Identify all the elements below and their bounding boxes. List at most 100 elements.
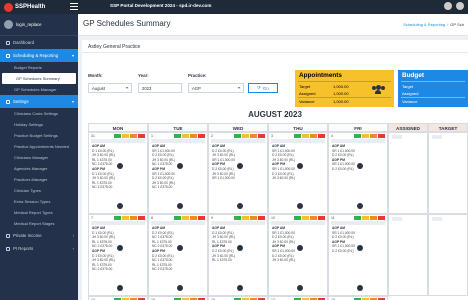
sidebar-subitem[interactable]: Clinicians Manager xyxy=(0,152,78,163)
status-pill xyxy=(378,134,385,138)
users-icon[interactable] xyxy=(357,203,363,209)
sidebar-subitem[interactable]: Practices Manager xyxy=(0,174,78,185)
session-line: D 2 £0.00 (RL) xyxy=(212,248,234,253)
status-pill xyxy=(362,216,369,220)
status-pill xyxy=(182,216,189,220)
year-select[interactable]: 2023 xyxy=(138,83,182,93)
sidebar-subitem[interactable]: Medical Report Types xyxy=(0,207,78,218)
calendar-day-cell[interactable]: 16 xyxy=(208,296,268,300)
slot-bar xyxy=(151,139,205,143)
practice-label: Practice: xyxy=(188,73,207,78)
users-icon[interactable] xyxy=(297,285,303,291)
hamburger-menu-icon[interactable] xyxy=(70,3,78,11)
sidebar-item[interactable]: Private Income ‹ xyxy=(0,229,78,242)
session-list: AGP AM D 2 £0.00 (RL) NC 1 £375.00 RL 1 £37… xyxy=(152,226,174,272)
sidebar-subitem[interactable]: Holiday Settings xyxy=(0,119,78,130)
calendar-header: WED xyxy=(208,123,268,132)
users-icon[interactable] xyxy=(177,285,183,291)
session-list: AGP AM SR 1 £1,000.00 D 2 £0.00 (RL) JH 3 £… xyxy=(272,144,295,181)
income-icon xyxy=(6,233,10,238)
status-pill xyxy=(198,134,205,138)
status-pill xyxy=(242,216,249,220)
sidebar-subitem[interactable]: Medical Report Stages xyxy=(0,218,78,229)
go-button[interactable]: ⟳ Go xyxy=(248,83,278,93)
calendar-day-cell[interactable]: 31 AGP AM D 1 £0.00 (RL) JH 3 £0.00 (RL) RL … xyxy=(88,132,148,214)
status-pills xyxy=(354,216,385,220)
users-icon[interactable] xyxy=(177,245,183,251)
sidebar-subitem[interactable]: Clinician Types xyxy=(0,185,78,196)
breadcrumb: Scheduling & Reporting / GP Sch xyxy=(403,22,464,27)
logo[interactable]: SSPHealth xyxy=(4,2,45,12)
status-pill xyxy=(294,216,301,220)
calendar-day-cell[interactable]: 11 AGP AM SR 1 £1,000.00 D 2 £0.00 (RL) AGP … xyxy=(328,214,388,296)
status-pill xyxy=(250,134,257,138)
status-pill xyxy=(370,134,377,138)
appointments-title: Appointments xyxy=(299,72,342,79)
sidebar-subitem[interactable]: GP Schedules Summary xyxy=(2,73,76,84)
budget-target-label: Target xyxy=(402,84,414,89)
notification-icon[interactable] xyxy=(444,2,452,10)
calendar-day-cell[interactable]: 2 AGP AM D 2 £0.00 (RL) JH 3 £0.00 (RL) SR 1… xyxy=(208,132,268,214)
sidebar-subitem[interactable]: Practice Appointments Needed xyxy=(0,141,78,152)
value-placeholder xyxy=(432,135,442,139)
status-pill xyxy=(138,134,145,138)
users-icon[interactable] xyxy=(237,245,243,251)
calendar-day-cell[interactable]: 8 AGP AM D 2 £0.00 (RL) NC 1 £375.00 RL 1 £3… xyxy=(148,214,208,296)
calendar-day-cell[interactable]: 14 xyxy=(88,296,148,300)
calendar-day-cell[interactable]: 17 xyxy=(268,296,328,300)
sidebar-item[interactable]: Settings ▾ xyxy=(0,95,78,108)
slot-bar xyxy=(151,221,205,225)
practice-value: AGP xyxy=(192,86,201,91)
go-button-label: Go xyxy=(262,85,269,91)
calendar-day-cell[interactable]: 1 AGP AM SR 1 £1,000.00 D 2 £0.00 (RL) JH 3 … xyxy=(148,132,208,214)
sidebar-item[interactable]: Scheduling & Reporting ▾ xyxy=(0,49,78,62)
users-icon[interactable] xyxy=(117,245,123,251)
users-icon[interactable] xyxy=(357,285,363,291)
users-icon[interactable] xyxy=(117,203,123,209)
calendar-day-cell[interactable]: 3 AGP AM SR 1 £1,000.00 D 2 £0.00 (RL) JH 3 … xyxy=(268,132,328,214)
user-name: login_replace xyxy=(16,22,42,27)
sidebar-subitem[interactable]: Clinicians Costs Settings xyxy=(0,108,78,119)
users-icon[interactable] xyxy=(237,163,243,169)
page-title: GP Schedules Summary xyxy=(83,19,171,28)
sidebar-item[interactable]: PI Reports ‹ xyxy=(0,242,78,255)
sidebar-subitem[interactable]: GP Schedules Manager xyxy=(0,84,78,95)
appointments-assigned-value: 1,000.00 xyxy=(333,91,349,96)
calendar-day-cell[interactable]: 4 AGP AM SR 1 £1,000.00 D 2 £0.00 (RL) AGP P… xyxy=(328,132,388,214)
users-icon xyxy=(372,85,386,95)
users-icon[interactable] xyxy=(297,245,303,251)
month-select[interactable]: August ▾ xyxy=(88,83,132,93)
status-pill xyxy=(354,134,361,138)
calendar-day-cell[interactable]: 10 AGP AM SR 1 £1,000.00 D 2 £0.00 (RL) JH 3… xyxy=(268,214,328,296)
sidebar-item[interactable]: Dashboard xyxy=(0,36,78,49)
users-icon[interactable] xyxy=(177,163,183,169)
calendar-day-cell[interactable]: 15 xyxy=(148,296,208,300)
users-icon[interactable] xyxy=(357,163,363,169)
users-icon[interactable] xyxy=(357,245,363,251)
users-icon[interactable] xyxy=(297,163,303,169)
status-pill xyxy=(114,216,121,220)
practice-select[interactable]: AGP ▾ xyxy=(188,83,244,93)
user-avatar-icon[interactable] xyxy=(456,2,464,10)
users-icon[interactable] xyxy=(177,203,183,209)
top-bar: SSPHealth SSP Portal Development 2024 - … xyxy=(0,0,468,14)
users-icon[interactable] xyxy=(237,203,243,209)
page-header: GP Schedules Summary Scheduling & Report… xyxy=(78,14,468,36)
users-icon[interactable] xyxy=(297,203,303,209)
breadcrumb-link[interactable]: Scheduling & Reporting xyxy=(403,22,445,27)
calendar-day-cell[interactable]: 18 xyxy=(328,296,388,300)
users-icon[interactable] xyxy=(117,285,123,291)
sidebar-subitem[interactable]: Practice Budget Settings xyxy=(0,130,78,141)
sidebar-subitem[interactable]: Agencies Manager xyxy=(0,163,78,174)
sidebar-subitem[interactable]: Budget Reports xyxy=(0,62,78,73)
month-label: Month: xyxy=(88,73,103,78)
value-placeholder xyxy=(432,217,442,221)
calendar-day-cell[interactable]: 9 AGP AM D 2 £0.00 (RL) JH 3 £0.00 (RL) RL 1… xyxy=(208,214,268,296)
status-pill xyxy=(378,216,385,220)
users-icon[interactable] xyxy=(117,163,123,169)
calendar-day-cell[interactable]: 7 AGP AM D 1 £0.00 (RL) JH 3 £0.00 (RL) RL 1… xyxy=(88,214,148,296)
sidebar-subitem[interactable]: Extra Session Types xyxy=(0,196,78,207)
user-panel[interactable]: login_replace xyxy=(0,14,78,36)
users-icon[interactable] xyxy=(237,285,243,291)
calendar-icon xyxy=(6,53,10,58)
